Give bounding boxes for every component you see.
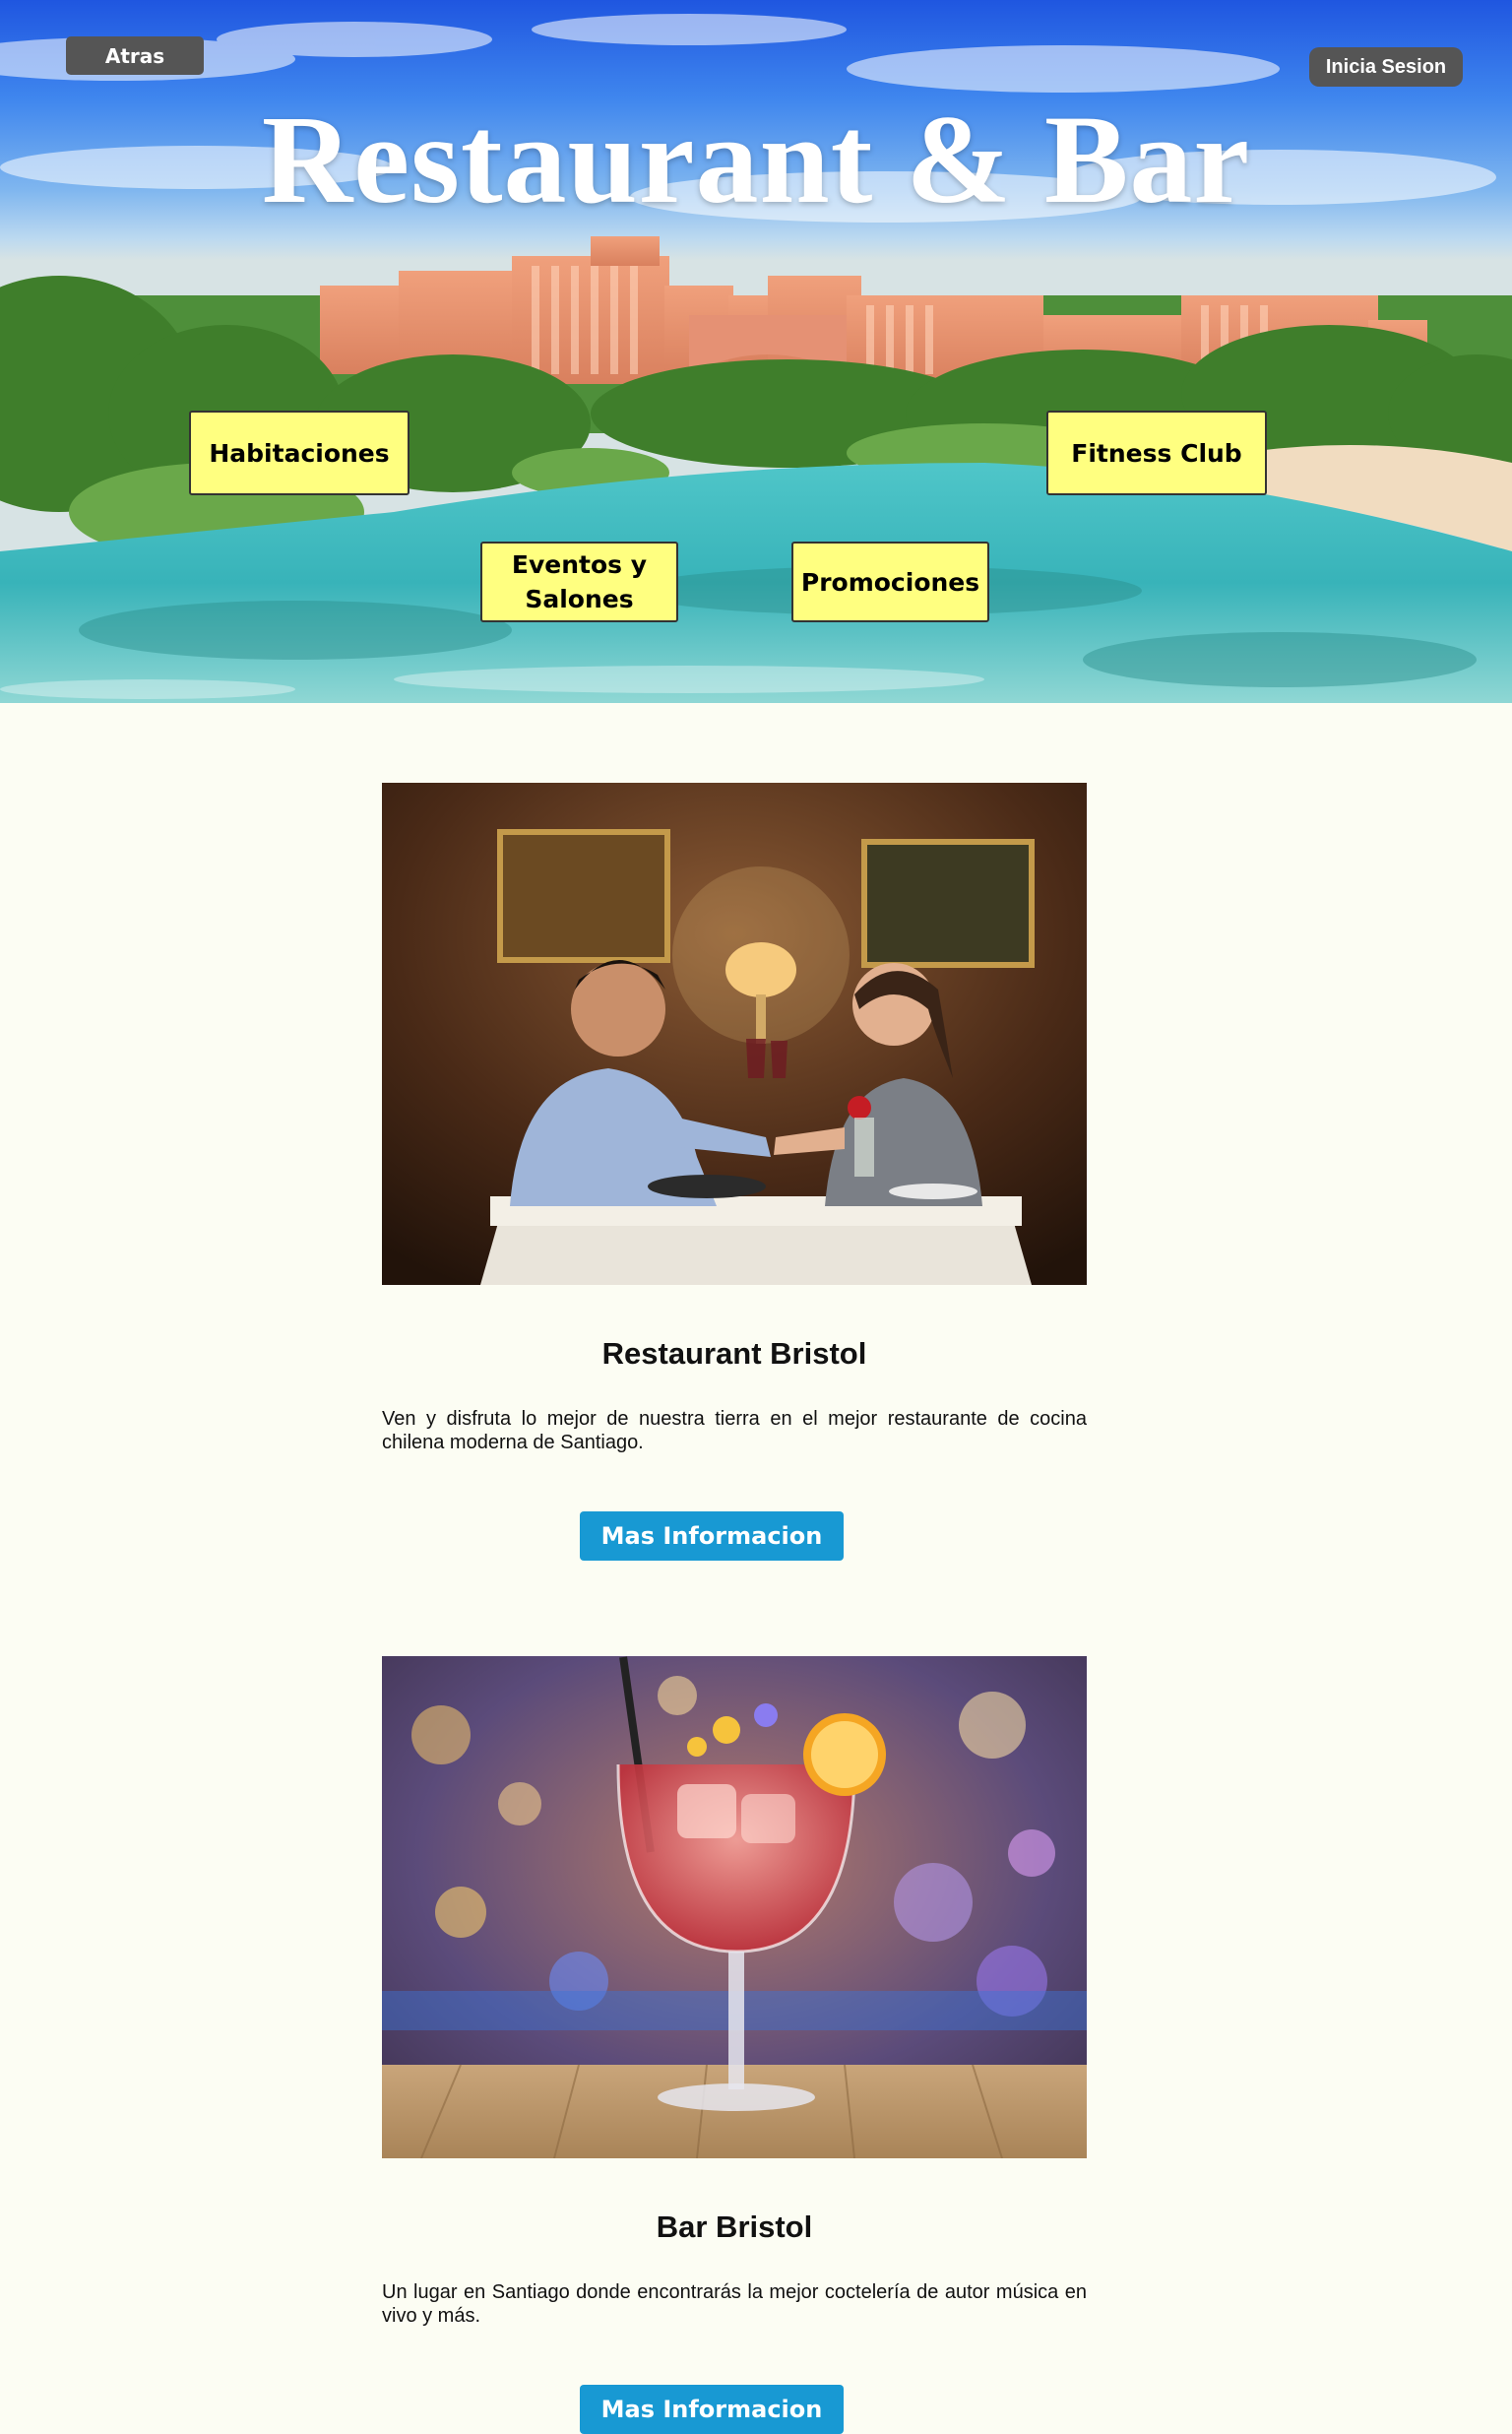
- bar-title: Bar Bristol: [656, 2210, 813, 2244]
- restaurant-title: Restaurant Bristol: [601, 1336, 867, 1371]
- hero-banner: Atras Inicia Sesion Restaurant & Bar Hab…: [0, 0, 1512, 703]
- nav-eventos-salones-button[interactable]: Eventos y Salones: [480, 542, 678, 622]
- bar-section: Bar Bristol Un lugar en Santiago donde e…: [382, 1656, 1087, 2434]
- page-title: Restaurant & Bar: [261, 90, 1251, 229]
- bar-description: Un lugar en Santiago donde encontrarás l…: [382, 2281, 1087, 2327]
- restaurant-description: Ven y disfruta lo mejor de nuestra tierr…: [382, 1408, 1087, 1453]
- nav-promociones-button[interactable]: Promociones: [791, 542, 989, 622]
- bar-photo: [382, 1656, 1087, 2158]
- page: Atras Inicia Sesion Restaurant & Bar Hab…: [0, 0, 1512, 2434]
- login-button[interactable]: Inicia Sesion: [1309, 47, 1463, 87]
- nav-habitaciones-button[interactable]: Habitaciones: [189, 411, 410, 495]
- bar-more-info-button[interactable]: Mas Informacion: [580, 2385, 844, 2434]
- back-button[interactable]: Atras: [66, 36, 204, 75]
- restaurant-more-info-button[interactable]: Mas Informacion: [580, 1511, 844, 1561]
- nav-fitness-club-button[interactable]: Fitness Club: [1046, 411, 1267, 495]
- restaurant-section: Restaurant Bristol Ven y disfruta lo mej…: [382, 783, 1087, 1561]
- restaurant-photo: [382, 783, 1087, 1285]
